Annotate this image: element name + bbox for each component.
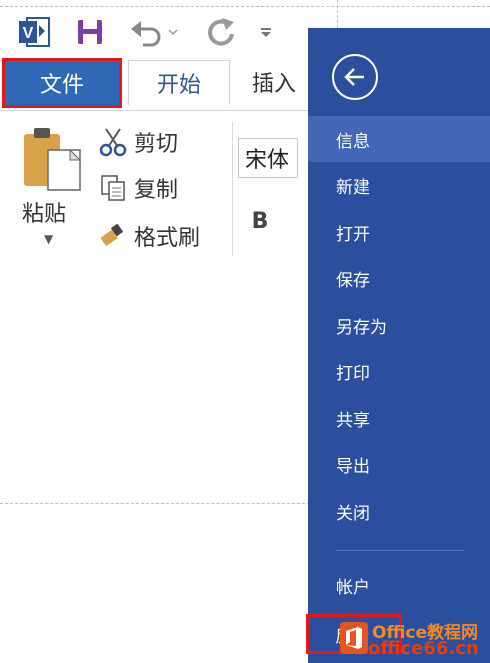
font-name-value: 宋体 bbox=[245, 148, 290, 173]
paste-dropdown-icon[interactable]: ▼ bbox=[44, 232, 53, 246]
group-divider bbox=[232, 122, 233, 256]
scissors-icon bbox=[96, 127, 130, 157]
format-painter-icon bbox=[96, 221, 130, 251]
save-icon[interactable] bbox=[70, 12, 110, 52]
menu-item-3[interactable]: 保存 bbox=[308, 256, 490, 302]
tab-file-label: 文件 bbox=[39, 73, 84, 98]
menu-item-7[interactable]: 导出 bbox=[308, 442, 490, 488]
copy-label: 复制 bbox=[134, 178, 179, 203]
watermark-line2: office66.cn bbox=[368, 638, 479, 659]
menu-item-label: 打印 bbox=[336, 364, 370, 384]
quick-access-toolbar: V bbox=[0, 12, 310, 52]
tab-home[interactable]: 开始 bbox=[128, 60, 230, 105]
menu-item-label: 另存为 bbox=[336, 317, 387, 338]
cut-label: 剪切 bbox=[134, 132, 179, 157]
redo-icon[interactable] bbox=[200, 12, 244, 52]
office-logo-icon bbox=[340, 622, 368, 654]
menu-item-account[interactable]: 帐户 bbox=[308, 562, 490, 608]
paste-label: 粘贴 bbox=[22, 202, 67, 227]
clipboard-icon bbox=[24, 128, 82, 191]
tab-home-label: 开始 bbox=[156, 73, 201, 98]
menu-item-2[interactable]: 打开 bbox=[308, 209, 490, 255]
format-painter-button[interactable]: 格式刷 bbox=[96, 218, 200, 254]
visio-app-icon[interactable]: V bbox=[14, 12, 54, 52]
undo-icon[interactable] bbox=[126, 12, 166, 52]
menu-item-5[interactable]: 打印 bbox=[308, 349, 490, 395]
menu-item-label: 打开 bbox=[336, 224, 370, 245]
copy-button[interactable]: 复制 bbox=[96, 170, 178, 206]
backstage-panel: 信息新建打开保存另存为打印共享导出关闭 帐户 反馈 bbox=[306, 28, 490, 663]
tab-insert[interactable]: 插入 bbox=[232, 60, 308, 104]
menu-item-label: 关闭 bbox=[336, 503, 370, 524]
copy-icon bbox=[96, 173, 130, 203]
guide-line bbox=[0, 6, 490, 7]
back-arrow-icon[interactable] bbox=[332, 54, 378, 100]
menu-item-6[interactable]: 共享 bbox=[308, 395, 490, 441]
menu-item-label: 保存 bbox=[336, 271, 370, 291]
menu-item-1[interactable]: 新建 bbox=[308, 163, 490, 209]
format-painter-label: 格式刷 bbox=[134, 226, 201, 251]
menu-item-0[interactable]: 信息 bbox=[308, 116, 490, 162]
menu-item-label: 共享 bbox=[336, 410, 370, 431]
guide-line bbox=[0, 503, 310, 504]
menu-item-label: 信息 bbox=[336, 131, 370, 152]
watermark: Office教程网 office66.cn bbox=[340, 616, 490, 660]
menu-divider bbox=[336, 550, 464, 551]
font-name-box[interactable]: 宋体 bbox=[238, 138, 298, 178]
menu-item-label: 导出 bbox=[336, 457, 370, 477]
cut-button[interactable]: 剪切 bbox=[96, 124, 178, 160]
menu-item-4[interactable]: 另存为 bbox=[308, 302, 490, 348]
menu-item-label: 帐户 bbox=[336, 577, 370, 598]
chevron-down-icon[interactable] bbox=[166, 12, 180, 52]
bold-button[interactable]: B bbox=[246, 204, 274, 238]
svg-text:V: V bbox=[23, 25, 34, 42]
menu-item-label: 新建 bbox=[336, 178, 370, 198]
bold-label: B bbox=[251, 208, 269, 234]
customize-dropdown-icon[interactable] bbox=[252, 12, 280, 52]
tab-file[interactable]: 文件 bbox=[2, 58, 122, 108]
menu-item-8[interactable]: 关闭 bbox=[308, 488, 490, 534]
tab-insert-label: 插入 bbox=[252, 72, 297, 97]
